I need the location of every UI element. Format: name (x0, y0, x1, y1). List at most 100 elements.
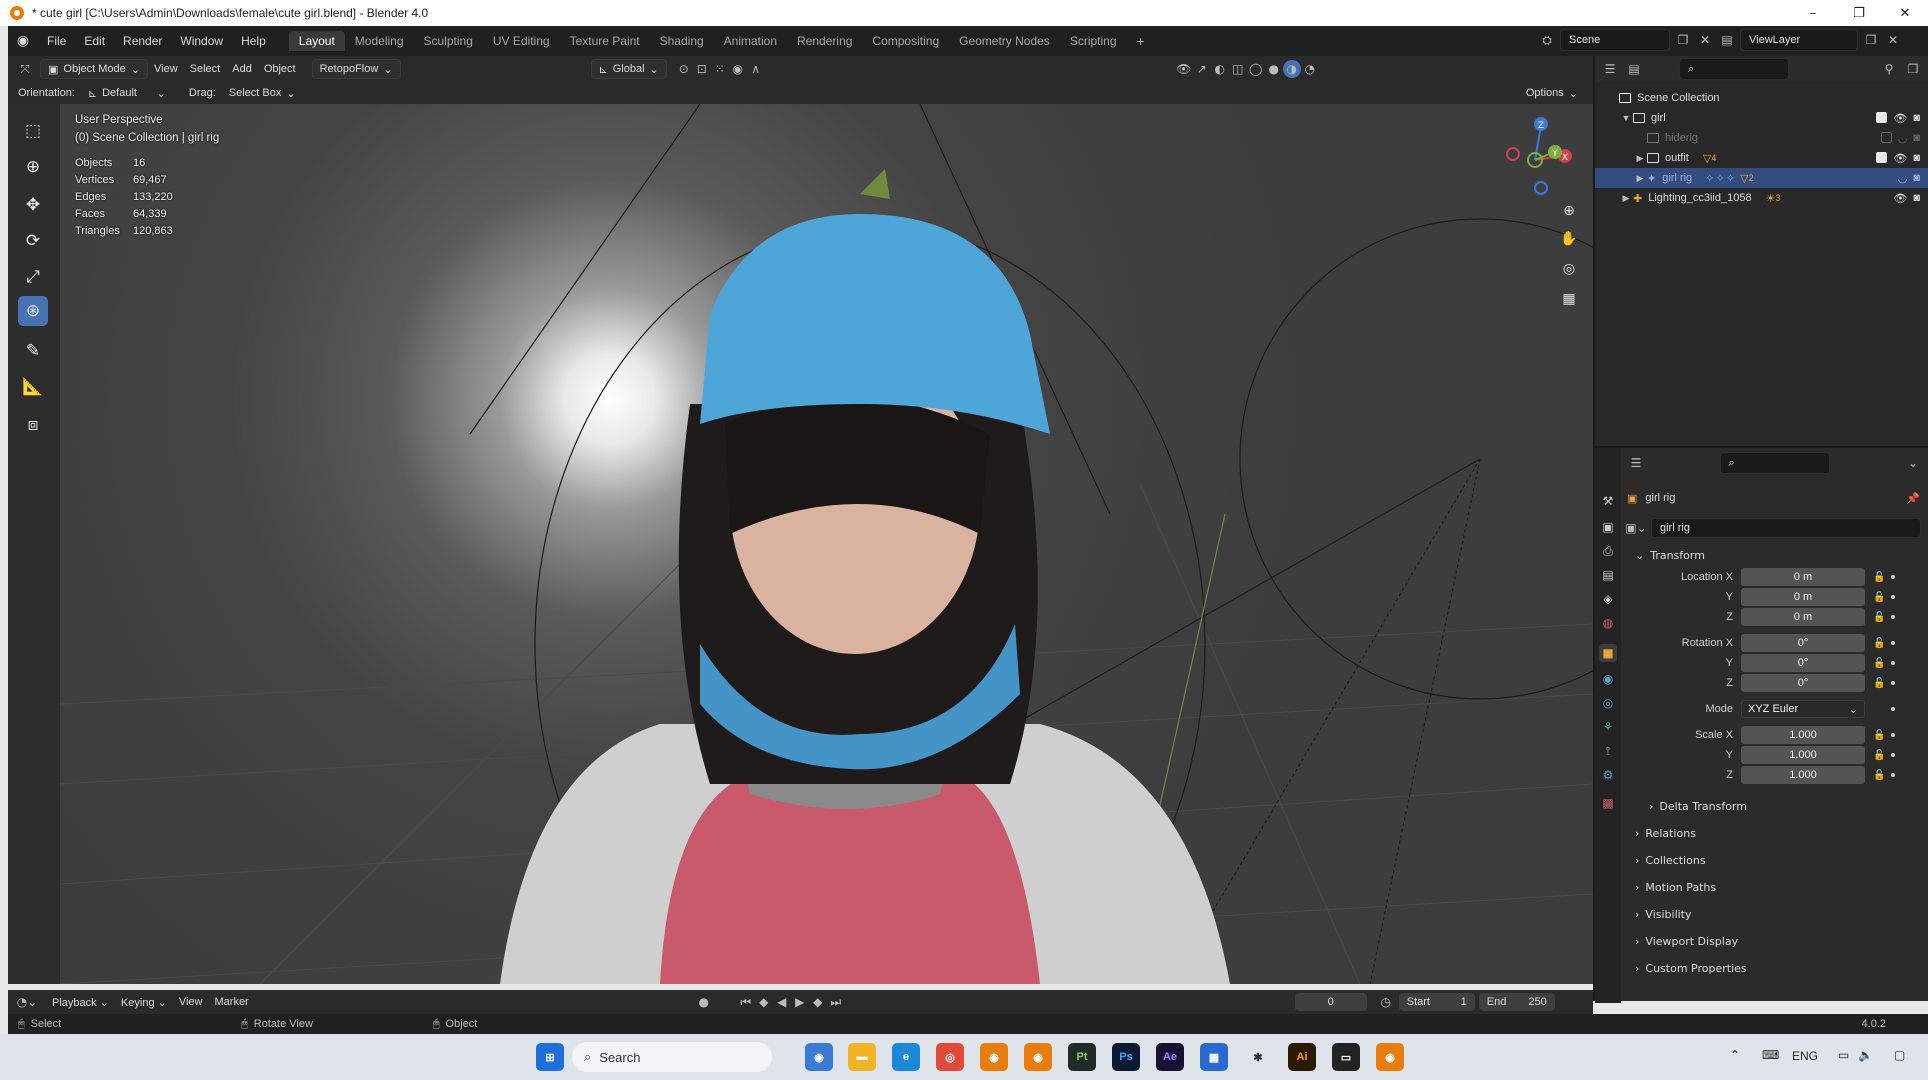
expand-icon[interactable]: ▼ (1619, 113, 1633, 123)
checkbox-icon[interactable] (1880, 131, 1892, 143)
move-tool-icon[interactable]: ✥ (18, 190, 48, 220)
close-button[interactable]: ✕ (1882, 0, 1928, 26)
zoom-icon[interactable]: ⊕ (1556, 198, 1582, 224)
play-icon[interactable]: ▶ (791, 993, 809, 1011)
photoshop-icon[interactable]: Ps (1112, 1043, 1140, 1071)
terminal-icon[interactable]: ▭ (1332, 1043, 1360, 1071)
restore-button[interactable]: ❐ (1836, 0, 1882, 26)
camera-icon[interactable]: ◙ (1913, 192, 1920, 205)
orientation-dropdown[interactable]: ⊾ Default ⌄ (80, 83, 173, 103)
marker-menu[interactable]: Marker (209, 996, 255, 1008)
cursor-tool-icon[interactable]: ⊕ (18, 152, 48, 182)
overlays-icon[interactable]: ◐ (1211, 60, 1229, 78)
snap-target-icon[interactable]: ⁙ (711, 60, 729, 78)
select-box-tool-icon[interactable]: ⬚ (18, 116, 48, 146)
keyframe-dot-icon[interactable] (1891, 681, 1895, 685)
rotation-y-field[interactable]: 0° (1741, 654, 1865, 672)
tab-uv-editing[interactable]: UV Editing (483, 31, 560, 51)
data-tab-icon[interactable]: ⚙ (1599, 766, 1617, 784)
lock-icon[interactable]: 🔓 (1873, 592, 1885, 603)
output-tab-icon[interactable]: ⎙ (1599, 542, 1617, 560)
lock-icon[interactable]: 🔓 (1873, 638, 1885, 649)
options-dropdown[interactable]: Options ⌄ (1518, 83, 1585, 103)
drag-dropdown[interactable]: Select Box ⌄ (221, 83, 303, 103)
pivot-point-icon[interactable]: ⊙ (675, 60, 693, 78)
lock-icon[interactable]: 🔓 (1873, 658, 1885, 669)
add-cube-tool-icon[interactable]: ⧈ (18, 410, 48, 440)
outliner-row-girl-rig[interactable]: ▶ ✦ girl rig ⟡ ⟡ ⟡ ▽ 2 ◡ ◙ (1595, 168, 1928, 188)
render-tab-icon[interactable]: ▣ (1599, 518, 1617, 536)
navigation-gizmo[interactable]: Z X Y (1495, 112, 1575, 202)
view-layer-tab-icon[interactable]: ▤ (1599, 566, 1617, 584)
camera-icon[interactable]: ◙ (1913, 152, 1920, 165)
record-icon[interactable]: ● (695, 993, 713, 1011)
keyframe-dot-icon[interactable] (1891, 595, 1895, 599)
tab-sculpting[interactable]: Sculpting (414, 31, 483, 51)
tab-texture-paint[interactable]: Texture Paint (560, 31, 650, 51)
viewport-display-section-header[interactable]: › Viewport Display (1635, 930, 1738, 952)
material-shading-icon[interactable]: ◑ (1282, 60, 1301, 78)
tab-rendering[interactable]: Rendering (787, 31, 862, 51)
scene-name-field[interactable]: Scene (1560, 29, 1670, 51)
lock-icon[interactable]: 🔓 (1873, 572, 1885, 583)
menu-edit[interactable]: Edit (75, 34, 114, 48)
scene-icon[interactable]: ⛭ (1538, 31, 1556, 49)
location-y-field[interactable]: 0 m (1741, 588, 1865, 606)
xray-icon[interactable]: ◫ (1229, 60, 1247, 78)
editor-type-icon[interactable]: ⤧ (16, 60, 34, 78)
expand-icon[interactable]: ▶ (1633, 153, 1647, 164)
particles-tab-icon[interactable]: ◎ (1599, 694, 1617, 712)
outliner-search-input[interactable]: ⌕ (1679, 58, 1789, 80)
menu-window[interactable]: Window (171, 34, 232, 48)
substance-painter-icon[interactable]: Pt (1068, 1043, 1096, 1071)
illustrator-icon[interactable]: Ai (1288, 1043, 1316, 1071)
tab-modeling[interactable]: Modeling (345, 31, 414, 51)
new-view-layer-icon[interactable]: ❐ (1862, 31, 1880, 49)
keyframe-dot-icon[interactable] (1891, 733, 1895, 737)
keyframe-dot-icon[interactable] (1891, 575, 1895, 579)
visibility-section-header[interactable]: › Visibility (1635, 903, 1692, 925)
eye-icon[interactable]: 👁 (1893, 152, 1907, 165)
clock-icon[interactable]: ◷ (1377, 993, 1395, 1011)
mode-dropdown[interactable]: ▣ Object Mode ⌄ (40, 59, 148, 79)
physics-tab-icon[interactable]: ⚘ (1599, 718, 1617, 736)
eye-closed-icon[interactable]: ◡ (1898, 132, 1908, 145)
scale-z-field[interactable]: 1.000 (1741, 766, 1865, 784)
rendered-shading-icon[interactable]: ◔ (1301, 60, 1319, 78)
tab-shading[interactable]: Shading (650, 31, 714, 51)
texture-tab-icon[interactable]: ▩ (1599, 794, 1617, 812)
scene-tab-icon[interactable]: ◈ (1599, 590, 1617, 608)
lock-icon[interactable]: 🔓 (1873, 612, 1885, 623)
checkbox-icon[interactable] (1876, 151, 1888, 163)
camera-icon[interactable]: ◙ (1913, 172, 1920, 185)
retopoflow-dropdown[interactable]: RetopoFlow ⌄ (311, 59, 401, 79)
menu-render[interactable]: Render (114, 34, 171, 48)
notifications-icon[interactable]: ▢ (1894, 1048, 1905, 1062)
expand-icon[interactable]: ▶ (1633, 173, 1647, 184)
view-layer-field[interactable]: ViewLayer (1740, 29, 1858, 51)
camera-icon[interactable]: ◙ (1913, 112, 1920, 125)
rotation-x-field[interactable]: 0° (1741, 634, 1865, 652)
outliner-editor-icon[interactable]: ☰ (1601, 60, 1619, 78)
lock-icon[interactable]: 🔓 (1873, 750, 1885, 761)
menu-file[interactable]: File (38, 34, 75, 48)
gizmo-toggle-icon[interactable]: ↗ (1193, 60, 1211, 78)
blender-active-icon[interactable]: ◉ (1376, 1043, 1404, 1071)
taskbar-search[interactable]: ⌕ Search (572, 1042, 772, 1072)
file-explorer-icon[interactable]: ▬ (848, 1043, 876, 1071)
constraints-tab-icon[interactable]: ⟟ (1599, 742, 1617, 760)
object-tab-icon[interactable]: ■ (1599, 644, 1617, 662)
location-z-field[interactable]: 0 m (1741, 608, 1865, 626)
display-mode-icon[interactable]: ▤ (1625, 60, 1643, 78)
edge-browser-icon[interactable]: e (892, 1043, 920, 1071)
keyframe-dot-icon[interactable] (1891, 753, 1895, 757)
taskview-icon[interactable]: ◉ (805, 1043, 833, 1071)
add-workspace-icon[interactable]: + (1127, 30, 1155, 52)
delete-scene-icon[interactable]: ✕ (1696, 31, 1714, 49)
measure-tool-icon[interactable]: 📐 (18, 372, 48, 402)
snap-icon[interactable]: ⊡ (693, 60, 711, 78)
outliner-row-hiderig[interactable]: hiderig ◡ ◙ (1595, 128, 1928, 148)
keyboard-icon[interactable]: ⌨ (1762, 1048, 1779, 1062)
menu-object[interactable]: Object (258, 63, 302, 75)
rotation-z-field[interactable]: 0° (1741, 674, 1865, 692)
